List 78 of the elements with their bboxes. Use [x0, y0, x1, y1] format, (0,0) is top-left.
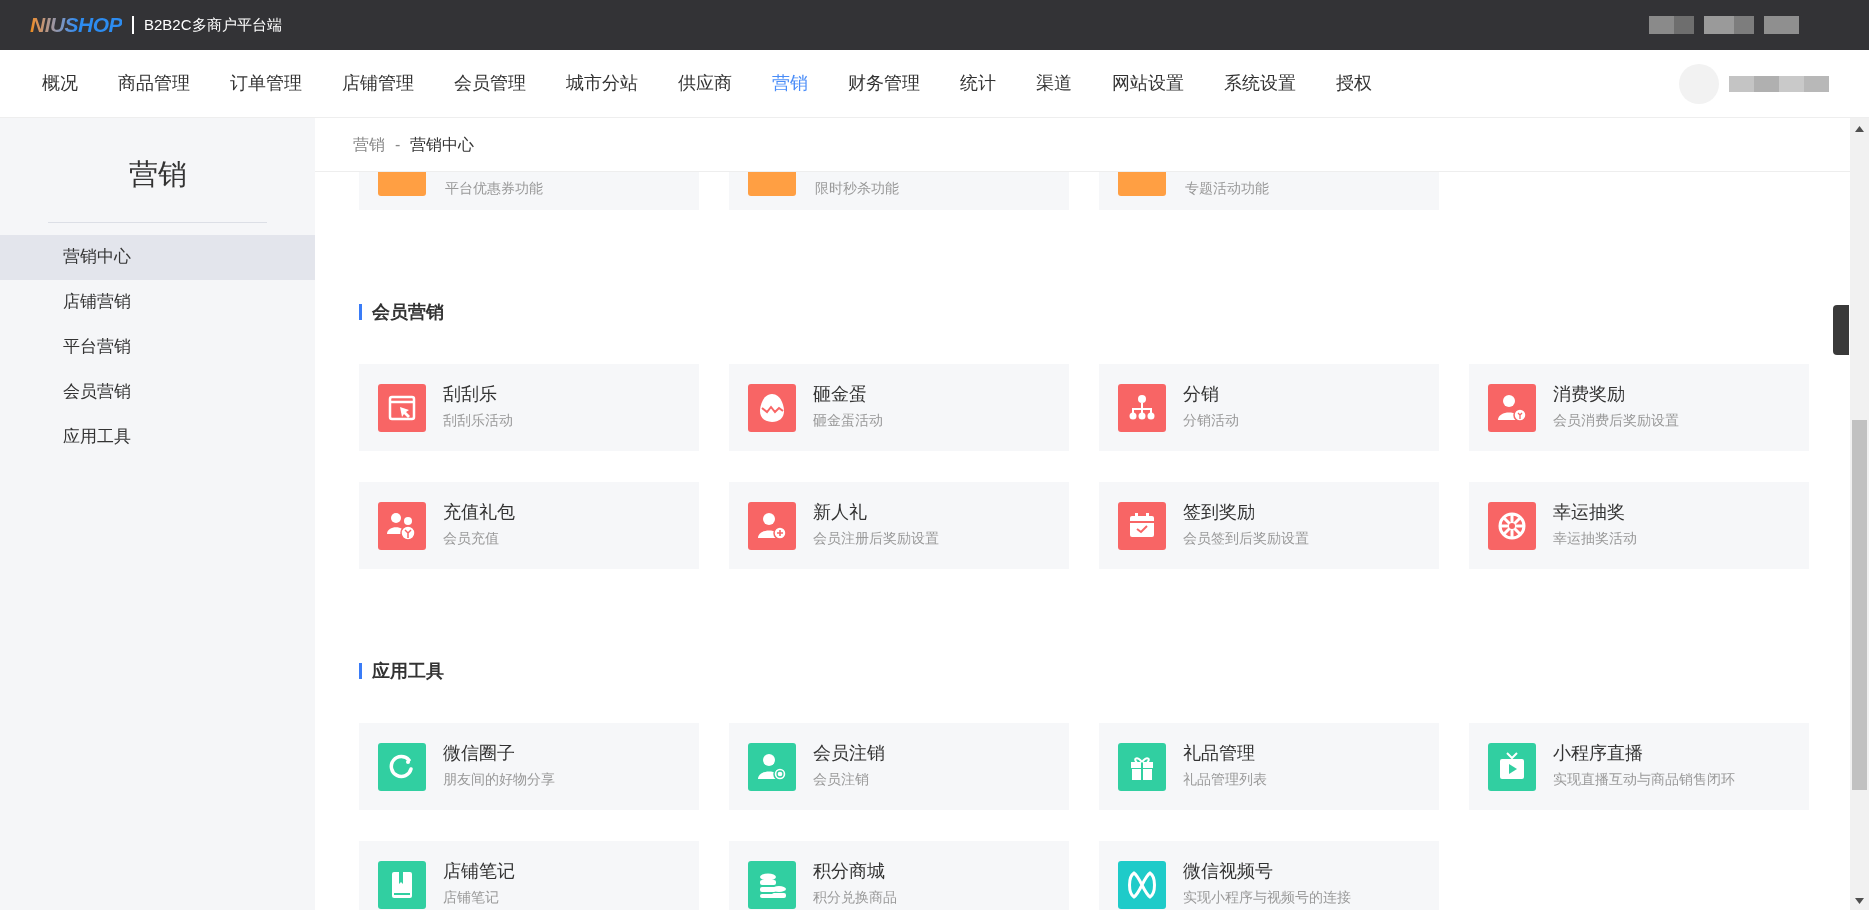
sidebar-item[interactable]: 应用工具 [0, 414, 315, 460]
nav-tab[interactable]: 财务管理 [828, 70, 940, 97]
card-title: 店铺笔记 [443, 860, 515, 883]
nav-tab[interactable]: 订单管理 [210, 70, 322, 97]
card-description: 朋友间的好物分享 [443, 770, 555, 788]
nav-tab[interactable]: 商品管理 [98, 70, 210, 97]
feature-card[interactable]: 微信圈子 朋友间的好物分享 [359, 723, 699, 810]
feature-card[interactable]: 签到奖励 会员签到后奖励设置 [1099, 482, 1439, 569]
nav-tab[interactable]: 供应商 [658, 70, 752, 97]
feature-card[interactable]: 充值礼包 会员充值 [359, 482, 699, 569]
card-title: 小程序直播 [1553, 742, 1644, 765]
section-title: 应用工具 [372, 659, 444, 683]
card-description: 限时秒杀功能 [815, 180, 899, 196]
card-description: 幸运抽奖活动 [1553, 529, 1637, 547]
feature-card[interactable]: 会员注销 会员注销 [729, 723, 1069, 810]
scroll-down-icon[interactable] [1855, 898, 1864, 904]
card-title: 微信视频号 [1183, 860, 1274, 883]
sidebar-item[interactable]: 平台营销 [0, 324, 315, 370]
sidebar-item[interactable]: 营销中心 [0, 234, 315, 280]
card-description: 店铺笔记 [443, 888, 500, 906]
card-description: 砸金蛋活动 [813, 411, 883, 429]
feature-card[interactable]: 小程序直播 实现直播互动与商品销售闭环 [1469, 723, 1809, 810]
feature-card[interactable]: 微信视频号 实现小程序与视频号的连接 [1099, 841, 1439, 910]
scrollbar-thumb[interactable] [1852, 420, 1867, 790]
card-description: 平台优惠券功能 [445, 180, 543, 196]
breadcrumb-item: 营销中心 [410, 134, 475, 155]
card-description: 实现直播互动与商品销售闭环 [1553, 770, 1735, 788]
scrollbar[interactable] [1850, 118, 1869, 910]
feature-card[interactable]: 新人礼 会员注册后奖励设置 [729, 482, 1069, 569]
feature-card[interactable]: 分销 分销活动 [1099, 364, 1439, 451]
side-widget[interactable] [1833, 305, 1849, 355]
card-title: 充值礼包 [443, 501, 515, 524]
feature-card[interactable]: 刮刮乐 刮刮乐活动 [359, 364, 699, 451]
breadcrumb-separator: - [395, 134, 401, 155]
card-title: 消费奖励 [1553, 383, 1626, 406]
card-description: 礼品管理列表 [1183, 770, 1267, 788]
card-description: 会员签到后奖励设置 [1183, 529, 1309, 547]
feature-card[interactable]: 消费奖励 会员消费后奖励设置 [1469, 364, 1809, 451]
card-title: 分销 [1183, 383, 1220, 406]
card-title: 砸金蛋 [813, 383, 868, 406]
card-title: 会员注销 [813, 742, 885, 765]
nav-tab[interactable]: 系统设置 [1204, 70, 1316, 97]
card-description: 会员注销 [813, 770, 870, 788]
sidebar-item[interactable]: 会员营销 [0, 369, 315, 415]
feature-card[interactable]: 店铺笔记 店铺笔记 [359, 841, 699, 910]
card-description: 专题活动功能 [1185, 180, 1269, 196]
nav-tab[interactable]: 店铺管理 [322, 70, 434, 97]
card-title: 刮刮乐 [443, 383, 498, 406]
feature-card[interactable]: 礼品管理 礼品管理列表 [1099, 723, 1439, 810]
card-description: 会员充值 [443, 529, 500, 547]
nav-tab[interactable]: 授权 [1316, 70, 1392, 97]
card-title: 礼品管理 [1183, 742, 1256, 765]
breadcrumb-item[interactable]: 营销 [353, 132, 385, 157]
feature-card[interactable]: 砸金蛋 砸金蛋活动 [729, 364, 1069, 451]
card-description: 分销活动 [1183, 411, 1239, 429]
nav-tab[interactable]: 统计 [940, 70, 1016, 97]
card-title: 签到奖励 [1183, 501, 1256, 524]
nav-tab[interactable]: 城市分站 [546, 70, 658, 97]
nav-tab[interactable]: 网站设置 [1092, 70, 1204, 97]
feature-card[interactable]: 幸运抽奖 幸运抽奖活动 [1469, 482, 1809, 569]
sidebar-title: 营销 [127, 157, 188, 192]
card-title: 新人礼 [813, 501, 868, 524]
scroll-up-icon[interactable] [1855, 126, 1864, 132]
card-description: 实现小程序与视频号的连接 [1183, 888, 1351, 906]
card-description: 会员注册后奖励设置 [813, 529, 939, 547]
card-description: 会员消费后奖励设置 [1553, 411, 1679, 429]
card-title: 积分商城 [813, 860, 886, 883]
nav-tab[interactable]: 会员管理 [434, 70, 546, 97]
sidebar-item[interactable]: 店铺营销 [0, 279, 315, 325]
section-title: 会员营销 [372, 300, 444, 324]
platform-name: B2B2C多商户平台端 [144, 14, 282, 35]
feature-card[interactable]: 积分商城 积分兑换商品 [729, 841, 1069, 910]
card-description: 积分兑换商品 [813, 888, 897, 906]
nav-tab[interactable]: 渠道 [1016, 70, 1092, 97]
nav-tab[interactable]: 概况 [22, 70, 98, 97]
card-title: 幸运抽奖 [1553, 501, 1626, 524]
card-title: 微信圈子 [443, 742, 516, 765]
card-description: 刮刮乐活动 [443, 411, 513, 429]
